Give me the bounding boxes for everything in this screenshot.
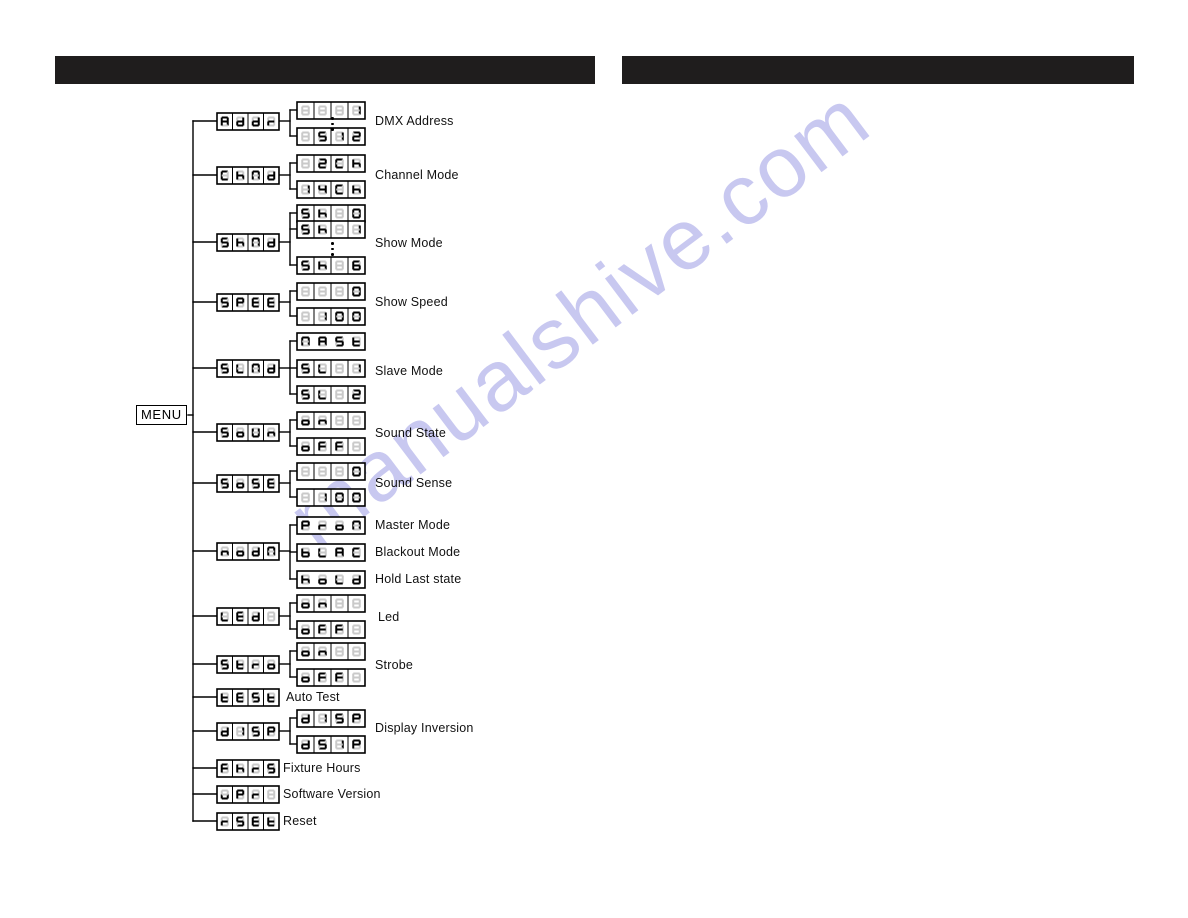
menu-code-fhrs[interactable] [216,758,280,778]
caption-nodn-0: Master Mode [375,518,451,532]
caption-nodn-2: Hold Last state [375,572,462,586]
menu-value-chnd-1[interactable] [296,179,366,199]
caption-rset: Reset [283,814,317,828]
caption-nodn-1: Blackout Mode [375,545,461,559]
caption-spee: Show Speed [375,295,448,309]
ellipsis-addr [331,117,335,134]
menu-code-test[interactable] [216,687,280,707]
menu-value-soun-1[interactable] [296,436,366,456]
menu-value-stro-0[interactable] [296,641,366,661]
menu-value-spee-1[interactable] [296,306,366,326]
menu-value-stro-1[interactable] [296,667,366,687]
page-root: manualshive.com MENU DMX Address Channel M… [0,0,1188,918]
caption-chnd: Channel Mode [375,168,459,182]
menu-value-nodn-0[interactable] [296,515,366,535]
menu-value-nodn-2[interactable] [296,569,366,589]
menu-root-label: MENU [141,407,182,422]
caption-stro: Strobe [375,658,414,672]
menu-code-chnd[interactable] [216,165,280,185]
menu-code-upr[interactable] [216,784,280,804]
caption-led: Led [378,610,400,624]
menu-value-shnd-1[interactable] [296,219,366,239]
caption-test: Auto Test [286,690,340,704]
menu-value-slnd-1[interactable] [296,358,366,378]
menu-code-shnd[interactable] [216,232,280,252]
menu-value-chnd-0[interactable] [296,153,366,173]
menu-code-nodn[interactable] [216,541,280,561]
menu-code-disp[interactable] [216,721,280,741]
caption-upr: Software Version [283,787,381,801]
menu-code-stro[interactable] [216,654,280,674]
menu-value-soun-0[interactable] [296,410,366,430]
caption-fhrs: Fixture Hours [283,761,361,775]
menu-code-rset[interactable] [216,811,280,831]
menu-value-disp-0[interactable] [296,708,366,728]
menu-value-slnd-2[interactable] [296,384,366,404]
menu-root-box[interactable]: MENU [136,405,187,425]
header-bar-right [622,56,1134,84]
menu-code-sose[interactable] [216,473,280,493]
menu-code-spee[interactable] [216,292,280,312]
caption-disp: Display Inversion [375,721,474,735]
ellipsis-shnd [331,242,335,259]
menu-code-soun[interactable] [216,422,280,442]
menu-value-spee-0[interactable] [296,281,366,301]
menu-value-sose-0[interactable] [296,461,366,481]
caption-shnd: Show Mode [375,236,443,250]
menu-value-led-0[interactable] [296,593,366,613]
menu-code-led[interactable] [216,606,280,626]
caption-slnd: Slave Mode [375,364,444,378]
menu-value-sose-1[interactable] [296,487,366,507]
caption-sose: Sound Sense [375,476,453,490]
menu-value-led-1[interactable] [296,619,366,639]
menu-code-slnd[interactable] [216,358,280,378]
menu-code-addr[interactable] [216,111,280,131]
menu-tree: MENU DMX Address Channel Mode Show Mode Show… [0,0,620,918]
menu-value-disp-1[interactable] [296,734,366,754]
menu-value-slnd-0[interactable] [296,331,366,351]
caption-soun: Sound State [375,426,447,440]
caption-addr: DMX Address [375,114,454,128]
menu-value-nodn-1[interactable] [296,542,366,562]
